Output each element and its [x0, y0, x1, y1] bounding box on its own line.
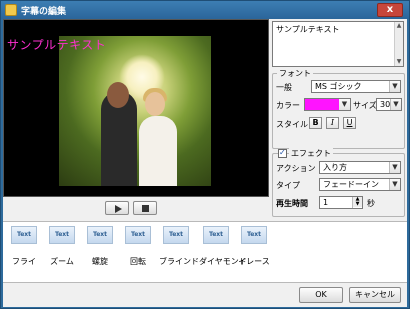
font-color-dropdown[interactable]: ▼ — [339, 98, 351, 111]
settings-panel: サンプルテキスト ▲ ▼ フォント 一般 MS ゴシック ▼ カラー ▼ サイズ… — [270, 19, 407, 219]
subtitle-text-value: サンプルテキスト — [276, 25, 340, 34]
scroll-up-icon[interactable]: ▲ — [395, 22, 403, 30]
font-group-legend: フォント — [277, 68, 313, 79]
effect-action-value: 入り方 — [323, 163, 347, 172]
effect-group-legend: エフェクト — [289, 148, 333, 159]
cancel-button[interactable]: キャンセル — [349, 287, 401, 303]
underline-button[interactable]: U — [343, 117, 356, 129]
ok-button[interactable]: OK — [299, 287, 343, 303]
duration-label: 再生時間 — [276, 199, 308, 208]
chevron-down-icon: ▼ — [390, 99, 401, 110]
bold-button[interactable]: B — [309, 117, 322, 129]
diamond-effect-icon: Text — [203, 226, 229, 244]
fly-effect-icon: Text — [11, 226, 37, 244]
preview-image — [59, 36, 211, 186]
stop-button[interactable] — [133, 201, 157, 215]
playback-controls — [3, 197, 269, 219]
effect-type-label: タイプ — [276, 181, 300, 190]
duration-value: 1 — [323, 198, 329, 207]
play-button[interactable] — [105, 201, 129, 215]
video-preview: サンプルテキスト — [3, 19, 269, 197]
font-size-select[interactable]: 30 ▼ — [376, 98, 402, 111]
font-family-value: MS ゴシック — [315, 82, 362, 91]
spiral-effect-icon: Text — [87, 226, 113, 244]
font-size-value: 30 — [380, 100, 391, 109]
font-color-label: カラー — [276, 101, 300, 110]
subtitle-overlay-text: サンプルテキスト — [7, 38, 107, 52]
effect-type-select[interactable]: フェードーイン ▼ — [319, 178, 401, 191]
scroll-down-icon[interactable]: ▼ — [395, 58, 403, 66]
effect-label: ブラインド — [159, 257, 199, 266]
effect-zoom[interactable]: Text ズーム — [45, 226, 79, 280]
font-color-swatch[interactable] — [304, 98, 340, 111]
dialog-window: 字幕の編集 x サンプルテキスト サンプルテキスト ▲ ▼ フォント 一般 MS… — [0, 0, 410, 309]
font-size-label: サイズ — [353, 101, 377, 110]
subtitle-text-input[interactable]: サンプルテキスト ▲ ▼ — [272, 21, 404, 67]
effect-label: 回転 — [130, 257, 146, 266]
effect-action-label: アクション — [276, 164, 316, 173]
effect-diamond[interactable]: Text ダイヤモンド — [199, 226, 247, 280]
blind-effect-icon: Text — [163, 226, 189, 244]
spin-down-icon[interactable]: ▼ — [353, 202, 362, 207]
duration-unit: 秒 — [367, 199, 375, 208]
chevron-down-icon: ▼ — [339, 99, 350, 110]
chevron-down-icon: ▼ — [389, 162, 400, 173]
window-title: 字幕の編集 — [21, 7, 67, 17]
zoom-effect-icon: Text — [49, 226, 75, 244]
effect-label: フライ — [12, 257, 36, 266]
chevron-down-icon: ▼ — [389, 81, 400, 92]
effect-label: 螺旋 — [92, 257, 108, 266]
italic-button[interactable]: I — [326, 117, 339, 129]
dialog-body: サンプルテキスト サンプルテキスト ▲ ▼ フォント 一般 MS ゴシック ▼ — [3, 19, 407, 307]
duration-spinner[interactable]: 1 ▲ ▼ — [319, 196, 363, 209]
effects-strip: Text フライ Text ズーム Text 螺旋 Text 回転 Text ブ… — [3, 221, 407, 283]
effect-type-value: フェードーイン — [323, 180, 379, 189]
title-bar: 字幕の編集 x — [1, 1, 409, 19]
chevron-down-icon: ▼ — [389, 179, 400, 190]
font-family-select[interactable]: MS ゴシック ▼ — [311, 80, 401, 93]
effect-group: エフェクト アクション 入り方 ▼ タイプ フェードーイン ▼ 再生時間 1 ▲… — [272, 148, 405, 217]
effect-label: ズーム — [50, 257, 74, 266]
effect-erase[interactable]: Text イレース — [237, 226, 271, 280]
effect-label: イレース — [238, 257, 270, 266]
close-button[interactable]: x — [377, 3, 403, 17]
font-family-label: 一般 — [276, 83, 292, 92]
erase-effect-icon: Text — [241, 226, 267, 244]
font-style-label: スタイル — [276, 120, 308, 129]
effect-rotate[interactable]: Text 回転 — [121, 226, 155, 280]
rotate-effect-icon: Text — [125, 226, 151, 244]
effect-action-select[interactable]: 入り方 ▼ — [319, 161, 401, 174]
effect-spiral[interactable]: Text 螺旋 — [83, 226, 117, 280]
effect-fly[interactable]: Text フライ — [7, 226, 41, 280]
text-scrollbar[interactable]: ▲ ▼ — [394, 22, 403, 66]
font-group: フォント 一般 MS ゴシック ▼ カラー ▼ サイズ 30 ▼ スタイル B — [272, 68, 405, 149]
app-icon — [5, 4, 17, 16]
effect-blind[interactable]: Text ブラインド — [159, 226, 199, 280]
effect-checkbox[interactable] — [278, 148, 287, 158]
effect-label: ダイヤモンド — [199, 257, 247, 266]
